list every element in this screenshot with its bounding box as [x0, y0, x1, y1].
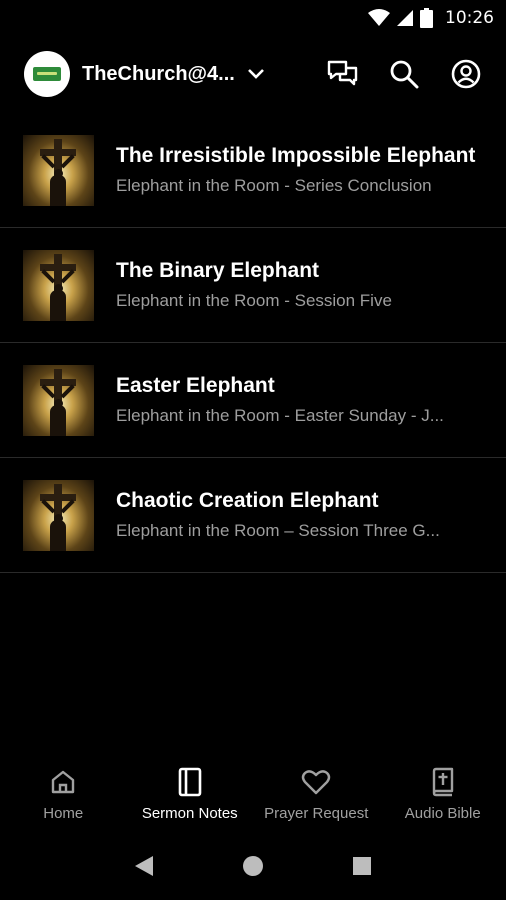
sermon-row[interactable]: Chaotic Creation Elephant Elephant in th…: [0, 458, 506, 573]
sermon-thumbnail: [23, 479, 94, 551]
heart-icon: [301, 766, 331, 798]
sermon-subtitle: Elephant in the Room – Session Three G..…: [116, 521, 440, 540]
home-icon: [49, 766, 77, 798]
nav-label-sermon-notes: Sermon Notes: [141, 805, 238, 822]
sermon-title: The Binary Elephant: [116, 259, 320, 282]
nav-item-audio-bible[interactable]: Audio Bible: [380, 758, 506, 834]
nav-item-home[interactable]: Home: [0, 758, 127, 834]
church-name[interactable]: TheChurch@4...: [82, 63, 235, 86]
wifi-icon: [368, 9, 390, 27]
sermon-thumbnail: [23, 364, 94, 436]
nav-item-sermon-notes[interactable]: Sermon Notes: [127, 758, 254, 834]
app-bar-actions: [326, 58, 482, 90]
sermon-list: The Irresistible Impossible Elephant Ele…: [0, 113, 506, 573]
chevron-down-icon[interactable]: [247, 68, 265, 80]
app-bar: TheChurch@4...: [0, 44, 506, 104]
bottom-navigation: Home Sermon Notes Prayer Request Audio B…: [0, 758, 506, 834]
chat-icon[interactable]: [326, 58, 358, 90]
status-time: 10:26: [445, 8, 494, 28]
sermon-thumbnail: [23, 134, 94, 206]
sermon-row[interactable]: Easter Elephant Elephant in the Room - E…: [0, 343, 506, 458]
sermon-subtitle: Elephant in the Room - Series Conclusion: [116, 176, 432, 195]
sermon-row[interactable]: The Binary Elephant Elephant in the Room…: [0, 228, 506, 343]
nav-label-audio-bible: Audio Bible: [404, 805, 481, 822]
sermon-title: Easter Elephant: [116, 374, 275, 397]
sermon-subtitle: Elephant in the Room - Session Five: [116, 291, 392, 310]
cellular-signal-icon: [396, 9, 414, 27]
back-icon[interactable]: [124, 846, 164, 886]
battery-icon: [420, 8, 433, 28]
nav-label-home: Home: [43, 805, 84, 822]
church-logo-icon: [33, 67, 61, 81]
nav-item-prayer-request[interactable]: Prayer Request: [253, 758, 380, 834]
recents-icon[interactable]: [342, 846, 382, 886]
church-logo-avatar[interactable]: [24, 51, 70, 97]
status-bar: 10:26: [0, 0, 506, 36]
sermon-title: Chaotic Creation Elephant: [116, 489, 379, 512]
system-navigation-bar: [0, 840, 506, 892]
sermon-thumbnail: [23, 249, 94, 321]
search-icon[interactable]: [388, 58, 420, 90]
notebook-icon: [177, 766, 203, 798]
nav-label-prayer-request: Prayer Request: [264, 805, 369, 822]
sermon-row[interactable]: The Irresistible Impossible Elephant Ele…: [0, 113, 506, 228]
bible-icon: [430, 766, 456, 798]
sermon-title: The Irresistible Impossible Elephant: [116, 144, 476, 167]
home-circle-icon[interactable]: [233, 846, 273, 886]
account-icon[interactable]: [450, 58, 482, 90]
sermon-subtitle: Elephant in the Room - Easter Sunday - J…: [116, 406, 444, 425]
